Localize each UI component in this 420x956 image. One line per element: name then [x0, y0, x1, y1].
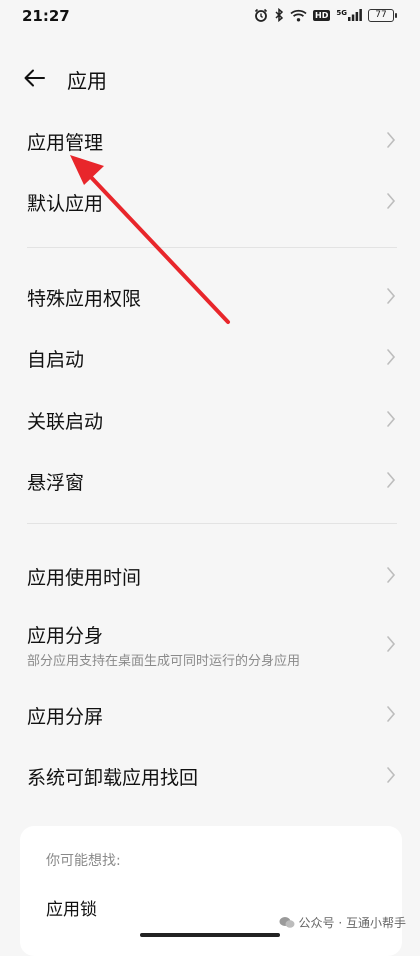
watermark: 公众号 · 互通小帮手 — [279, 914, 406, 931]
settings-item-app-clone[interactable]: 应用分身 部分应用支持在桌面生成可同时运行的分身应用 — [0, 610, 420, 676]
wechat-icon — [279, 917, 295, 928]
section-divider — [27, 523, 397, 524]
settings-item-label: 默认应用 — [27, 193, 104, 215]
settings-item-associated-launch[interactable]: 关联启动 — [0, 389, 420, 449]
home-indicator[interactable] — [140, 933, 280, 937]
settings-item-label: 应用使用时间 — [27, 567, 142, 589]
settings-item-autostart[interactable]: 自启动 — [0, 327, 420, 387]
signal-icon: 5G — [336, 9, 362, 21]
chevron-right-icon — [387, 411, 396, 427]
settings-item-special-permissions[interactable]: 特殊应用权限 — [0, 266, 420, 326]
settings-item-label: 应用分身 — [27, 625, 104, 647]
chevron-right-icon — [387, 472, 396, 488]
settings-item-default-apps[interactable]: 默认应用 — [0, 171, 420, 231]
watermark-text: 公众号 · 互通小帮手 — [298, 916, 406, 930]
chevron-right-icon — [387, 567, 396, 583]
chevron-right-icon — [387, 193, 396, 209]
settings-item-usage-time[interactable]: 应用使用时间 — [0, 545, 420, 605]
settings-item-subtitle: 部分应用支持在桌面生成可同时运行的分身应用 — [27, 654, 301, 669]
settings-item-restore-system-apps[interactable]: 系统可卸载应用找回 — [0, 745, 420, 805]
wifi-icon — [290, 9, 307, 22]
signal-label: 5G — [336, 9, 347, 17]
arrow-left-icon — [24, 69, 45, 87]
alarm-icon — [254, 8, 268, 22]
chevron-right-icon — [387, 132, 396, 148]
settings-item-label: 关联启动 — [27, 411, 104, 433]
back-button[interactable] — [20, 63, 50, 93]
settings-item-label: 特殊应用权限 — [27, 288, 142, 310]
section-divider — [27, 247, 397, 248]
suggestion-title: 你可能想找: — [46, 853, 121, 869]
settings-item-floating-window[interactable]: 悬浮窗 — [0, 450, 420, 510]
chevron-right-icon — [387, 288, 396, 304]
status-bar: 21:27 HD 5G 77 — [0, 0, 420, 34]
battery-icon: 77 — [368, 8, 397, 22]
chevron-right-icon — [387, 706, 396, 722]
suggestion-item-app-lock[interactable]: 应用锁 — [46, 895, 97, 920]
hd-badge: HD — [313, 9, 331, 21]
settings-item-label: 悬浮窗 — [27, 472, 85, 494]
status-icons: HD 5G 77 — [254, 8, 397, 22]
page-header: 应用 — [0, 55, 420, 101]
settings-item-split-screen[interactable]: 应用分屏 — [0, 684, 420, 744]
settings-item-app-management[interactable]: 应用管理 — [0, 110, 420, 170]
chevron-right-icon — [387, 636, 396, 652]
settings-item-label: 应用管理 — [27, 132, 104, 154]
status-time: 21:27 — [22, 7, 70, 25]
settings-item-label: 系统可卸载应用找回 — [27, 767, 199, 789]
settings-item-label: 应用分屏 — [27, 706, 104, 728]
settings-item-label: 自启动 — [27, 349, 85, 371]
bluetooth-icon — [274, 8, 284, 22]
page-title: 应用 — [67, 69, 107, 93]
chevron-right-icon — [387, 767, 396, 783]
chevron-right-icon — [387, 349, 396, 365]
